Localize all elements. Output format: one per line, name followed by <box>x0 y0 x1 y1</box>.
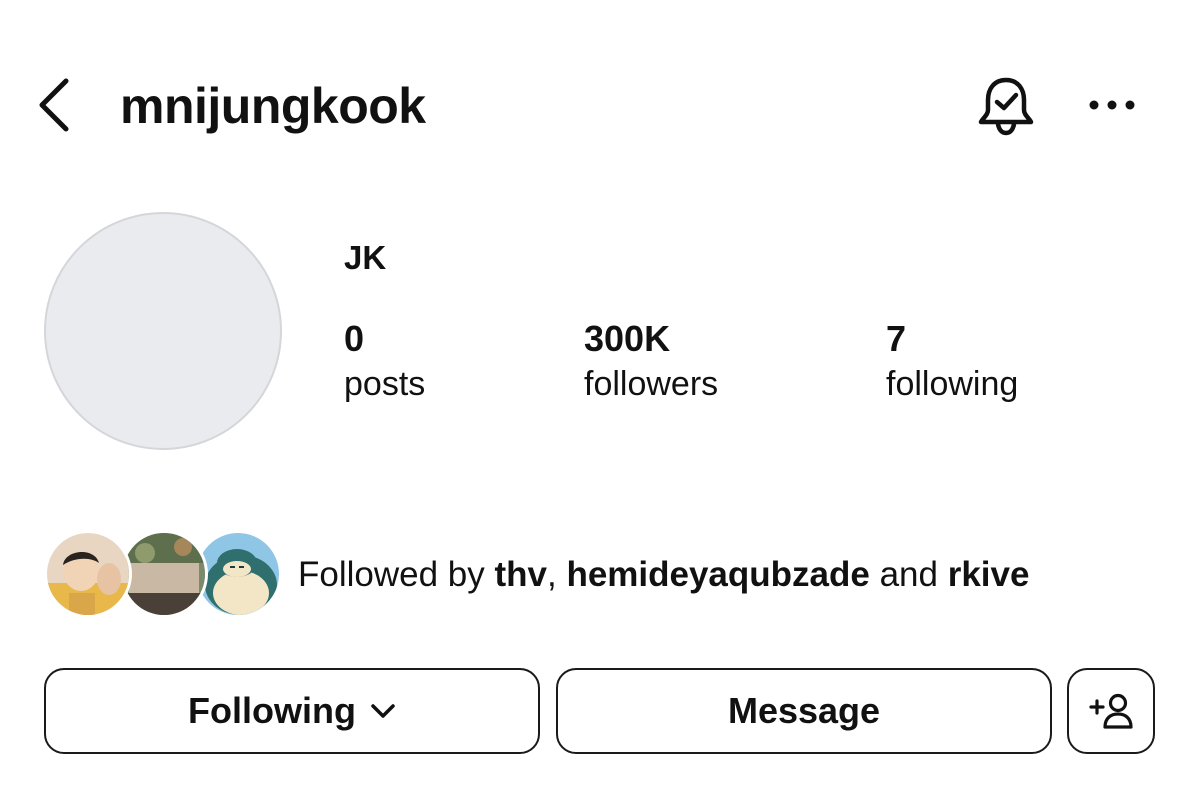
stat-followers-value: 300K <box>584 318 671 359</box>
mutual-follower-1[interactable]: thv <box>494 555 547 594</box>
add-user-button[interactable] <box>1067 668 1155 754</box>
mutual-followers-avatars[interactable] <box>44 530 284 622</box>
profile-avatar[interactable] <box>44 212 282 450</box>
stat-posts[interactable]: 0 posts <box>344 316 425 406</box>
chevron-left-icon <box>39 78 69 132</box>
mutual-follower-2[interactable]: hemideyaqubzade <box>566 555 869 594</box>
profile-username: mnijungkook <box>120 78 426 134</box>
bell-check-icon <box>978 77 1034 136</box>
stat-following-label: following <box>886 365 1019 403</box>
stat-followers[interactable]: 300K followers <box>584 316 718 406</box>
followed-by-text[interactable]: Followed by thv, hemideyaqubzade and rki… <box>298 552 1029 598</box>
back-button[interactable] <box>28 72 80 138</box>
stat-posts-label: posts <box>344 365 426 403</box>
following-button[interactable]: Following <box>44 668 540 754</box>
mutual-follower-3[interactable]: rkive <box>948 555 1030 594</box>
stat-following-value: 7 <box>886 318 907 359</box>
stat-posts-value: 0 <box>344 318 365 359</box>
chevron-down-icon <box>370 703 396 719</box>
stat-following[interactable]: 7 following <box>886 316 1018 406</box>
more-horizontal-icon <box>1089 100 1135 110</box>
avatar <box>120 530 208 618</box>
more-options-button[interactable] <box>1080 78 1144 132</box>
avatar <box>44 530 132 618</box>
followed-by-separator: , <box>546 555 567 594</box>
followed-by-conjunction: and <box>869 555 948 594</box>
stat-followers-label: followers <box>584 365 719 403</box>
message-button-label: Message <box>727 690 881 731</box>
followed-by-prefix: Followed by <box>298 555 495 594</box>
notifications-button[interactable] <box>970 70 1042 142</box>
person-plus-icon <box>1089 693 1133 729</box>
message-button[interactable]: Message <box>556 668 1052 754</box>
following-button-label: Following <box>188 690 356 731</box>
profile-display-name: JK <box>344 239 387 276</box>
